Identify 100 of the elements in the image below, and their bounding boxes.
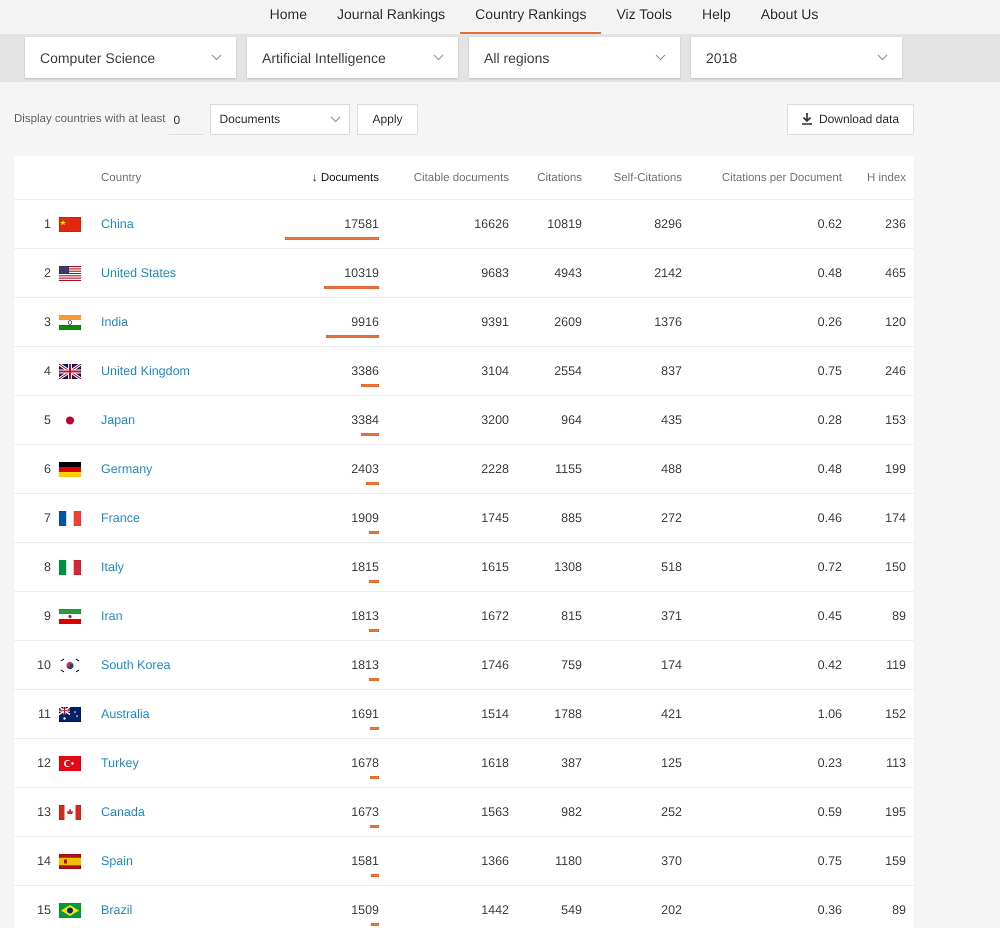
documents-bar xyxy=(326,335,379,338)
flag-icon xyxy=(59,706,81,722)
citations-cell-text: 982 xyxy=(560,805,582,819)
country-link[interactable]: Turkey xyxy=(101,756,271,770)
filter-dropdown[interactable]: Computer Science xyxy=(25,37,236,78)
country-link[interactable]: China xyxy=(101,217,271,231)
country-link[interactable]: Japan xyxy=(101,413,271,427)
citations-cell-text: 1155 xyxy=(554,462,582,476)
nav-tab[interactable]: Journal Rankings xyxy=(322,0,460,34)
h-index-cell-text: 465 xyxy=(884,266,906,280)
flag-icon xyxy=(59,854,81,868)
country-link[interactable]: United States xyxy=(101,266,271,280)
documents-cell: 1815 xyxy=(351,560,379,574)
self-citations-cell-text: 252 xyxy=(660,805,682,819)
column-header[interactable]: Citations xyxy=(509,172,582,184)
nav-tab[interactable]: Viz Tools xyxy=(601,0,687,34)
citations-cell-text: 549 xyxy=(560,903,582,917)
citations-per-document-cell-text: 0.48 xyxy=(816,462,842,476)
country-link[interactable]: Brazil xyxy=(101,903,271,917)
country-link[interactable]: United Kingdom xyxy=(101,364,271,378)
nav-tab[interactable]: Help xyxy=(686,0,746,34)
h-index-cell-text: 246 xyxy=(884,364,906,378)
h-index-cell-text: 119 xyxy=(885,658,906,672)
documents-bar xyxy=(370,874,379,877)
flag-icon xyxy=(59,462,81,476)
documents-cell: 1509 xyxy=(351,903,379,917)
country-link[interactable]: Iran xyxy=(101,609,271,623)
self-citations-cell-text: 174 xyxy=(660,658,682,672)
self-citations-cell-text: 371 xyxy=(660,609,682,623)
country-link[interactable]: Germany xyxy=(101,462,271,476)
threshold-input[interactable]: 0 xyxy=(169,103,204,135)
chevron-down-icon xyxy=(877,54,888,61)
self-citations-cell-text: 435 xyxy=(660,413,682,427)
citations-per-document-cell-text: 0.23 xyxy=(816,756,842,770)
citations-per-document-cell-text: 0.42 xyxy=(816,658,842,672)
rank-cell-text: 12 xyxy=(36,756,52,770)
citations-cell-text: 815 xyxy=(560,609,582,623)
documents-cell: 1691 xyxy=(351,707,379,721)
rank-cell-text: 13 xyxy=(36,805,52,819)
column-header[interactable]: Citable documents xyxy=(379,172,509,184)
country-link[interactable]: Australia xyxy=(101,707,271,721)
documents-bar xyxy=(370,776,379,779)
self-citations-cell-text: 370 xyxy=(660,854,682,868)
column-header[interactable]: H index xyxy=(842,172,906,184)
nav-tab[interactable]: Home xyxy=(254,0,322,34)
documents-cell: 10319 xyxy=(344,266,379,280)
citations-cell-text: 885 xyxy=(560,511,582,525)
documents-cell: 1678 xyxy=(351,756,379,770)
h-index-cell-text: 152 xyxy=(884,707,906,721)
rank-cell-text: 8 xyxy=(43,560,52,574)
column-header[interactable]: Citations per Document xyxy=(682,172,842,184)
citations-cell-text: 1308 xyxy=(553,560,582,574)
column-header[interactable]: ↓ Documents xyxy=(271,172,379,184)
chevron-down-icon xyxy=(330,116,342,122)
country-link[interactable]: Spain xyxy=(101,854,271,868)
filter-dropdown[interactable]: Artificial Intelligence xyxy=(247,37,458,78)
country-link[interactable]: India xyxy=(101,315,271,329)
citable-documents-cell-text: 1563 xyxy=(480,805,509,819)
self-citations-cell-text: 272 xyxy=(660,511,682,525)
country-link[interactable]: Italy xyxy=(101,560,271,574)
citations-per-document-cell-text: 1.06 xyxy=(816,707,842,721)
citations-cell-text: 2609 xyxy=(553,315,582,329)
documents-cell: 2403 xyxy=(351,462,379,476)
nav-tab[interactable]: About Us xyxy=(746,0,834,34)
country-link[interactable]: Canada xyxy=(101,805,271,819)
documents-cell: 1909 xyxy=(351,511,379,525)
citations-cell-text: 4943 xyxy=(553,266,582,280)
citations-cell-text: 387 xyxy=(560,756,582,770)
filter-dropdown[interactable]: All regions xyxy=(469,37,680,78)
self-citations-cell-text: 1376 xyxy=(653,315,682,329)
citable-documents-cell-text: 1672 xyxy=(480,609,509,623)
citations-per-document-cell-text: 0.26 xyxy=(816,315,842,329)
documents-bar xyxy=(369,580,379,583)
country-link[interactable]: France xyxy=(101,511,271,525)
citations-per-document-cell-text: 0.46 xyxy=(816,511,842,525)
flag-icon xyxy=(59,804,81,820)
download-button[interactable]: Download data xyxy=(786,104,914,134)
apply-button[interactable]: Apply xyxy=(357,104,418,134)
filter-dropdown[interactable]: 2018 xyxy=(691,37,902,78)
documents-bar xyxy=(360,384,379,387)
metric-dropdown[interactable]: Documents xyxy=(210,104,350,134)
column-header[interactable]: Country xyxy=(101,172,271,184)
h-index-cell-text: 195 xyxy=(884,805,906,819)
rank-cell-text: 10 xyxy=(36,658,52,672)
documents-bar xyxy=(370,825,379,828)
country-link[interactable]: South Korea xyxy=(101,658,271,672)
citations-per-document-cell-text: 0.48 xyxy=(816,266,842,280)
rank-cell-text: 5 xyxy=(43,413,52,427)
documents-cell: 1813 xyxy=(351,609,379,623)
citations-per-document-cell-text: 0.72 xyxy=(816,560,842,574)
column-header[interactable]: Self-Citations xyxy=(582,172,682,184)
flag-icon xyxy=(59,756,81,770)
chevron-down-icon xyxy=(433,54,444,61)
self-citations-cell-text: 488 xyxy=(660,462,682,476)
h-index-cell-text: 159 xyxy=(884,854,906,868)
citable-documents-cell-text: 3104 xyxy=(480,364,509,378)
h-index-cell-text: 89 xyxy=(891,609,906,623)
documents-cell: 3386 xyxy=(351,364,379,378)
self-citations-cell-text: 837 xyxy=(660,364,682,378)
citable-documents-cell-text: 1514 xyxy=(480,707,509,721)
